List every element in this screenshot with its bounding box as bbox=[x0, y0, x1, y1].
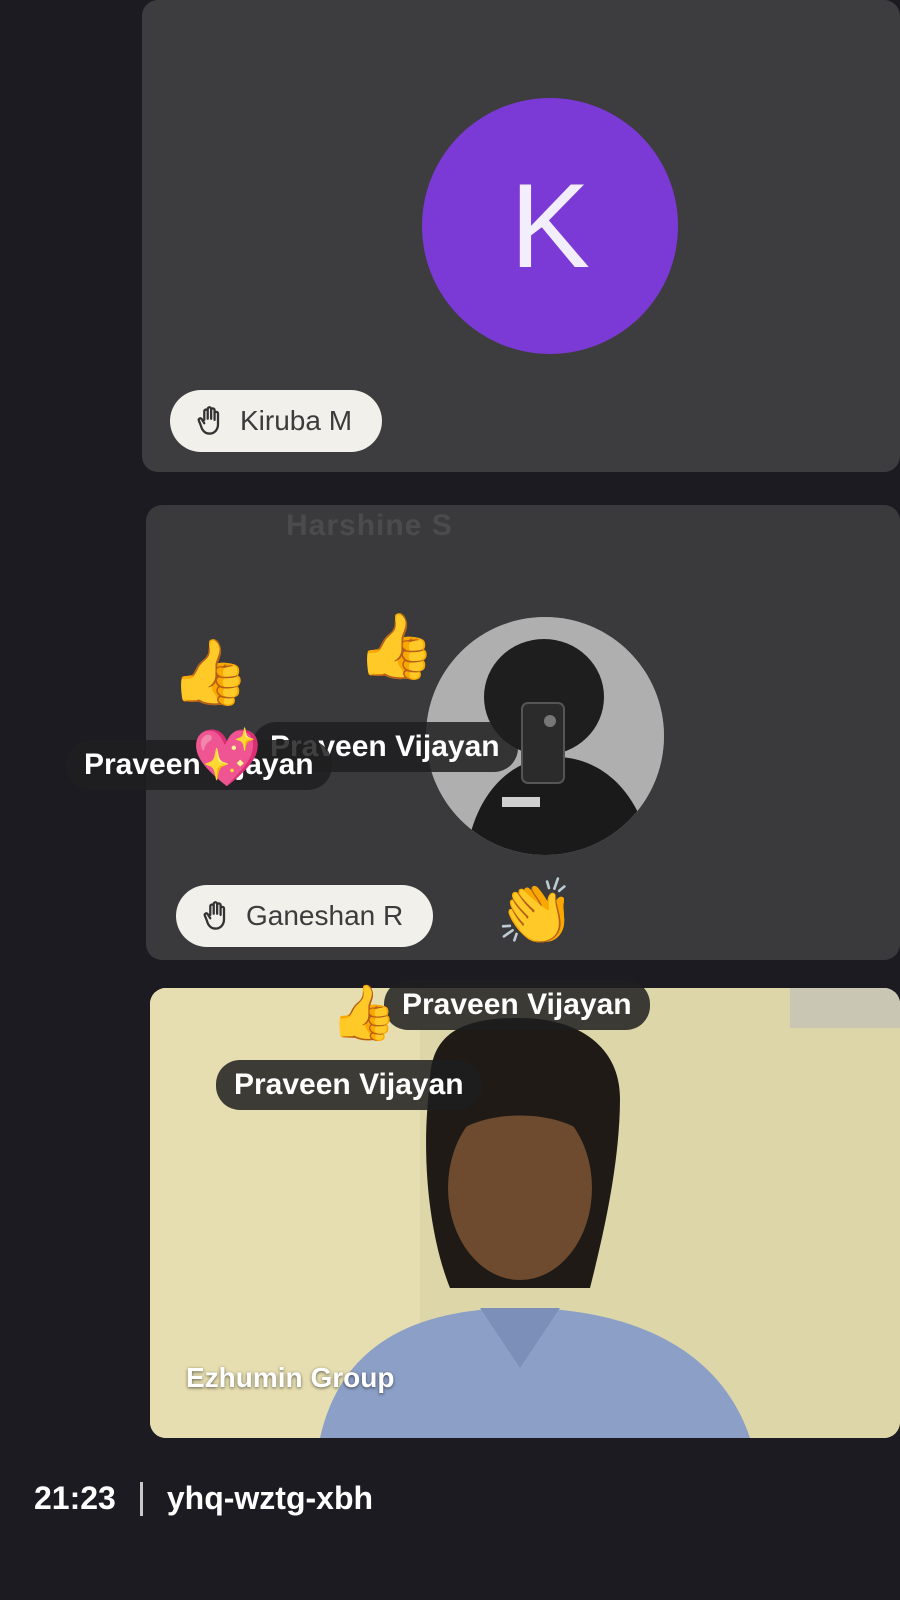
thumbs-up-icon: 👍 bbox=[170, 636, 250, 708]
participant-caption: Ezhumin Group bbox=[186, 1362, 395, 1393]
raised-hand-icon bbox=[197, 406, 220, 435]
clapping-hands-icon: 👏 bbox=[496, 876, 576, 948]
raised-hand-icon bbox=[203, 901, 226, 930]
participant-tile-kiruba[interactable]: K Kiruba M bbox=[142, 0, 900, 472]
participant-tile-video[interactable]: Ezhumin Group bbox=[150, 988, 900, 1438]
participant-name-badge: Kiruba M bbox=[170, 390, 383, 452]
reaction-sender-label: Praveen Vijayan bbox=[384, 980, 650, 1030]
participant-name: Ganeshan R bbox=[246, 900, 404, 931]
current-time: 21:23 bbox=[34, 1480, 116, 1516]
thumbs-up-icon: 👍 bbox=[330, 983, 398, 1043]
meeting-footer: 21:23 yhq-wztg-xbh bbox=[34, 1480, 373, 1517]
thumbs-up-icon: 👍 bbox=[356, 610, 436, 682]
reaction-sender-label: Praveen Vijayan bbox=[216, 1060, 482, 1110]
participant-name: Kiruba M bbox=[240, 405, 353, 436]
avatar: K bbox=[422, 98, 678, 354]
participant-name-badge: Ganeshan R bbox=[176, 885, 434, 947]
meeting-code: yhq-wztg-xbh bbox=[166, 1480, 374, 1516]
heart-icon: 💖 bbox=[192, 726, 262, 789]
ghost-participant-name: Harshine S bbox=[286, 509, 453, 542]
divider bbox=[139, 1481, 143, 1516]
avatar-letter: K bbox=[509, 159, 591, 293]
